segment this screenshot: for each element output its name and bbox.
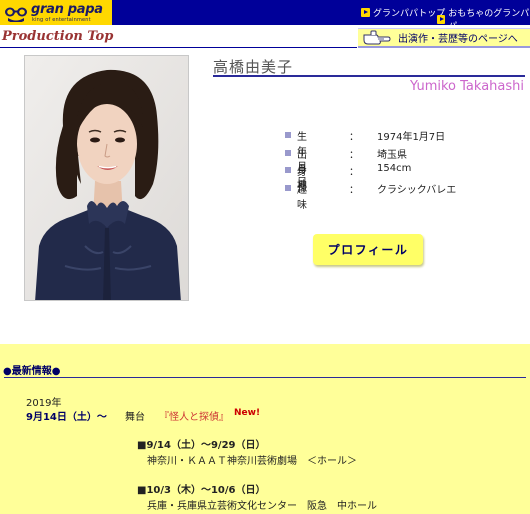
- profile-colon: ：: [349, 184, 359, 196]
- news-title-link[interactable]: 『怪人と探偵』: [159, 408, 229, 423]
- profile-button[interactable]: プロフィール: [313, 234, 423, 265]
- news-type: 舞台: [125, 412, 145, 423]
- logo-name: gran papa: [31, 2, 103, 17]
- nav-arrow-icon: [437, 14, 446, 24]
- profile-colon: ：: [349, 149, 359, 161]
- profile-value: クラシックバレエ: [377, 184, 457, 196]
- nav-arrow-icon: [361, 8, 370, 17]
- nav-link-granpapa-top[interactable]: グランパパトップ: [361, 6, 445, 19]
- logo-tagline: king of entertainment: [32, 17, 91, 23]
- news-divider: [4, 377, 526, 378]
- profile-bullet-icon: [285, 149, 291, 156]
- profile-value: 154cm: [377, 163, 412, 174]
- news-year: 2019年: [26, 398, 62, 409]
- artist-name-english: Yumiko Takahashi: [410, 79, 524, 94]
- profile-value: 1974年1月7日: [377, 132, 446, 143]
- new-badge: New!: [234, 408, 261, 418]
- artist-name-japanese: 高橋由美子: [213, 58, 294, 76]
- works-link-label: 出演作・芸歴等のページへ: [398, 34, 518, 45]
- profile-bullet-icon: [285, 167, 291, 173]
- divider: [0, 47, 357, 48]
- works-page-link[interactable]: 出演作・芸歴等のページへ: [358, 28, 530, 48]
- schedule-dates: ■10/3（木）～10/6（日）: [137, 485, 266, 496]
- profile-value: 埼玉県: [377, 149, 407, 161]
- profile-colon: ：: [349, 167, 359, 178]
- site-logo[interactable]: gran papa king of entertainment: [0, 0, 112, 25]
- news-section: ●最新情報● 2019年 9月14日（土）～ 舞台 『怪人と探偵』 New! ■…: [0, 344, 530, 514]
- news-heading: ●最新情報●: [3, 366, 61, 377]
- schedule-dates: ■9/14（土）～9/29（日）: [137, 440, 266, 451]
- name-divider: [213, 75, 525, 77]
- artist-photo: [24, 55, 189, 301]
- top-navigation-bar: gran papa king of entertainment グランパパトップ…: [0, 0, 530, 32]
- profile-bullet-icon: [285, 132, 291, 138]
- profile-colon: ：: [349, 132, 359, 143]
- profile-label: 趣 味: [297, 184, 327, 211]
- schedule-venue: 兵庫・兵庫県立芸術文化センター 阪急 中ホール: [147, 501, 377, 512]
- production-top-title: Production Top: [2, 29, 114, 44]
- profile-bullet-icon: [285, 184, 291, 191]
- news-date: 9月14日（土）～: [26, 412, 107, 423]
- schedule-venue: 神奈川・ＫＡＡＴ神奈川芸術劇場 ＜ホール＞: [147, 456, 357, 467]
- glasses-logo-icon: [5, 7, 27, 22]
- pointing-hand-icon: [363, 30, 391, 44]
- nav-link-label: グランパパトップ: [373, 9, 446, 19]
